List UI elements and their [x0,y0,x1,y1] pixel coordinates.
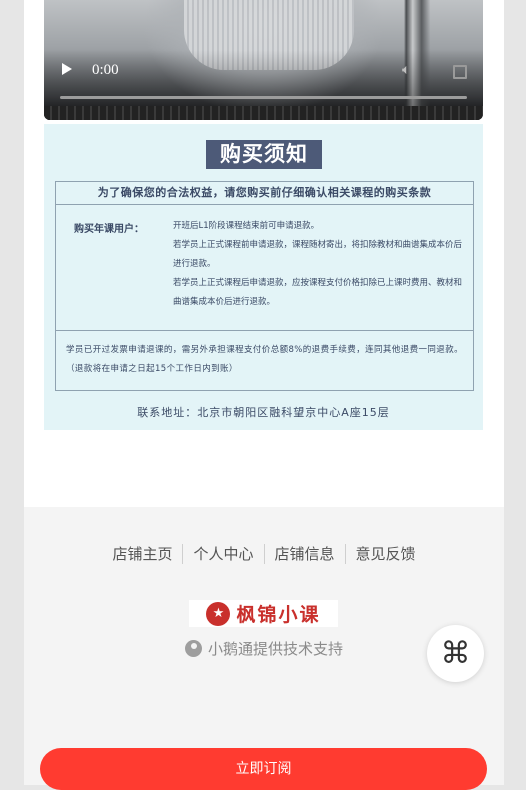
fullscreen-icon[interactable] [453,65,467,79]
xiaoetong-icon [184,640,202,657]
footer-link-feedback[interactable]: 意见反馈 [344,544,426,564]
rule-item: 若学员上正式课程后申请退款，应按课程支付价格扣除已上课时费用、教材和曲谱集成本价… [173,278,463,307]
rule-item: 若学员上正式课程前申请退款，课程随材寄出，将扣除教材和曲谱集成本价后进行退款。 [173,240,463,269]
support-text: 小鹅通提供技术支持 [207,640,343,658]
notice-label: 购买年课用户： [74,224,144,235]
rule-item: 开班后L1阶段课程结束前可申请退款。 [173,221,320,231]
video-player[interactable]: 0:00 🔈︎ [44,0,483,120]
command-icon: ⌘ [440,635,471,671]
footer-link-user-center[interactable]: 个人中心 [182,544,263,564]
footer-link-shop-info[interactable]: 店铺信息 [263,544,345,564]
brand-logo: ★ 枫锦小课 [189,600,338,627]
notice-title: 购买须知 [206,140,322,169]
notice-rules: 开班后L1阶段课程结束前可申请退款。 若学员上正式课程前申请退款，课程随材寄出，… [173,217,465,312]
brand-name: 枫锦小课 [236,604,321,626]
piano-keys [44,106,483,120]
notice-bottom-text: 学员已开过发票申请退课的，需另外承担课程支付价总额8%的退费手续费，连同其他退费… [66,345,463,374]
notice-header: 为了确保您的合法权益，请您购买前仔细确认相关课程的购买条款 [56,182,473,205]
float-menu-button[interactable]: ⌘ [427,625,484,682]
footer-links: 店铺主页 个人中心 店铺信息 意见反馈 [24,544,504,564]
brand-logo-icon: ★ [206,601,231,626]
contact-address: 联系地址：北京市朝阳区融科望京中心A座15层 [137,406,390,419]
notice-table: 为了确保您的合法权益，请您购买前仔细确认相关课程的购买条款 购买年课用户： 开班… [55,181,474,391]
video-progress-bar[interactable] [60,96,467,99]
footer-link-shop-home[interactable]: 店铺主页 [102,544,182,564]
subscribe-button[interactable]: 立即订阅 [40,748,487,790]
play-icon[interactable] [62,63,72,75]
volume-icon[interactable]: 🔈︎ [402,62,410,78]
purchase-notice: 购买须知 为了确保您的合法权益，请您购买前仔细确认相关课程的购买条款 购买年课用… [44,124,483,430]
video-time: 0:00 [92,62,119,78]
notice-rules-row: 购买年课用户： 开班后L1阶段课程结束前可申请退款。 若学员上正式课程前申请退款… [56,205,473,331]
